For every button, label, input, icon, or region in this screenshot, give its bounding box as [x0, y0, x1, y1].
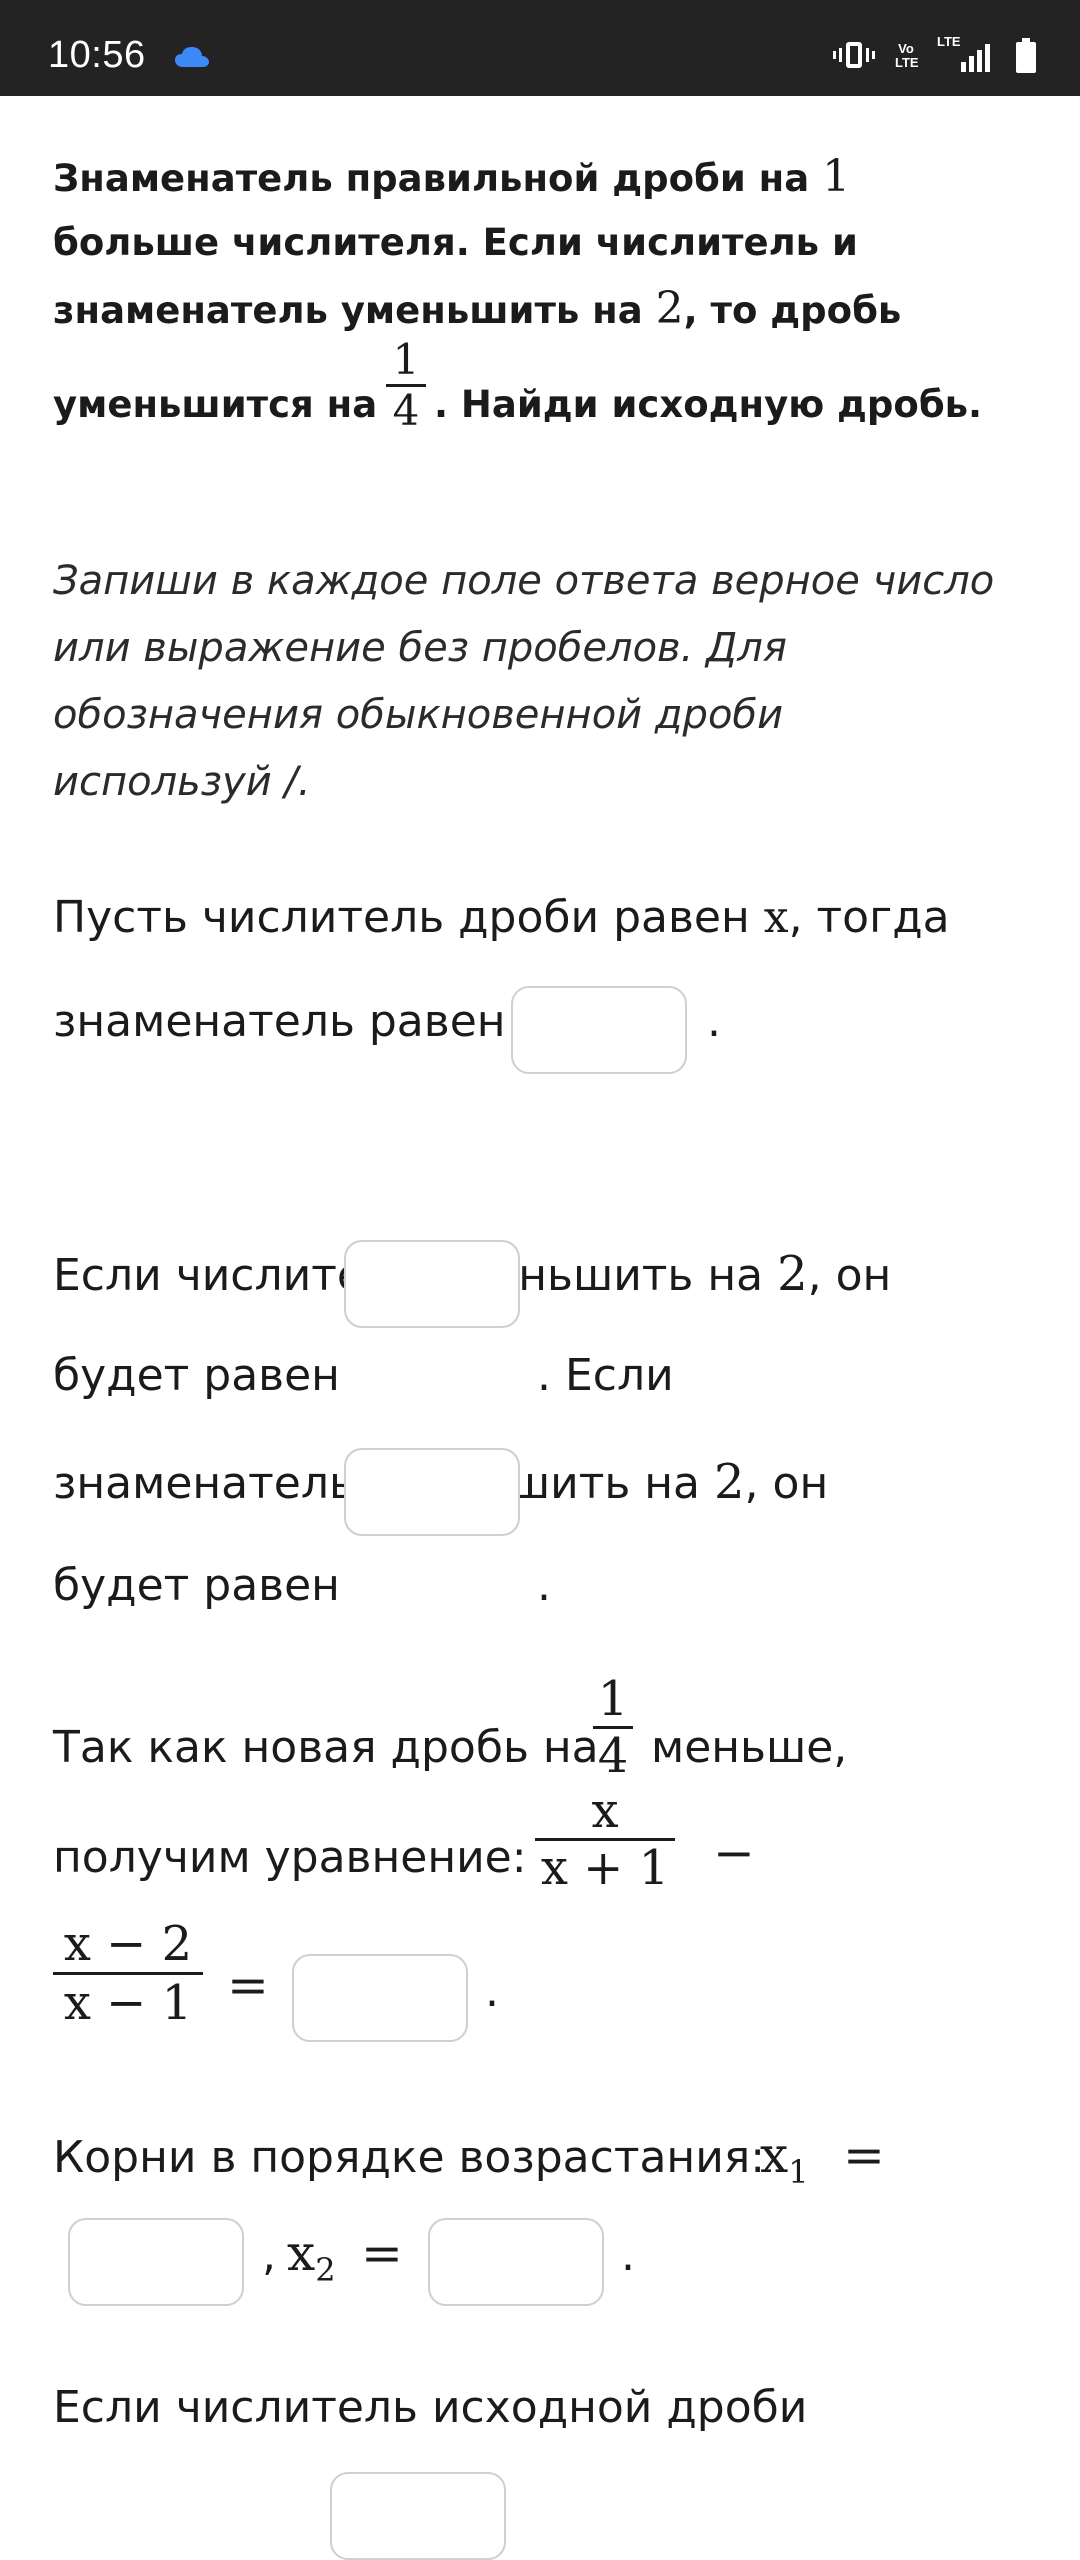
status-bar: 10:56 Vo LTE LTE [0, 0, 1080, 96]
question-line-1: Знаменатель правильной дроби на 1 [53, 151, 851, 202]
answer-field-new-denominator[interactable] [344, 1448, 520, 1536]
equation-equals: = [227, 1956, 269, 2014]
status-icons: Vo LTE LTE [833, 34, 1038, 78]
step-1-line-1: Пусть числитель дроби равен x, тогда [53, 892, 950, 943]
volte-icon: Vo LTE [895, 41, 919, 70]
answer-field-equation[interactable] [292, 1954, 468, 2042]
answer-field-root-2[interactable] [428, 2218, 604, 2306]
step-3-line-2: получим уравнение: [53, 1832, 527, 1883]
step-1-line-2: знаменатель равен [53, 996, 506, 1047]
step-1-dot: . [707, 996, 721, 1047]
status-time: 10:56 [48, 34, 146, 76]
root-x2-label: x2 [287, 2224, 336, 2289]
step-4-comma: , [262, 2230, 276, 2281]
step-4-line-1: Корни в порядке возрастания: [53, 2132, 766, 2183]
instructions-line-4: используй /. [53, 759, 311, 805]
instructions-line-3: обозначения обыкновенной дроби [53, 692, 784, 738]
equation-minus: − [713, 1824, 755, 1882]
step-2-line-2: будет равен [53, 1350, 340, 1401]
answer-field-step-5[interactable] [330, 2472, 506, 2560]
question-line-2: больше числителя. Если числитель и [53, 221, 858, 264]
equation-fraction-2: x − 2 x − 1 [53, 1916, 203, 2031]
question-line-4-tail: . Найди исходную дробь. [434, 383, 983, 426]
battery-icon [1015, 38, 1037, 78]
answer-field-new-numerator[interactable] [344, 1240, 520, 1328]
answer-field-root-1[interactable] [68, 2218, 244, 2306]
root-x1-label: x1 [760, 2126, 809, 2191]
step-2-dot: . [537, 1560, 551, 1611]
instructions-line-2: или выражение без пробелов. Для [53, 625, 787, 671]
step-2-line-4: будет равен [53, 1560, 340, 1611]
cloud-icon [174, 46, 210, 72]
step-3-line-1: Так как новая дробь на [53, 1722, 599, 1773]
answer-field-denominator[interactable] [511, 986, 687, 1074]
root-x1-equals: = [843, 2126, 885, 2184]
volte-label: Vo LTE [895, 41, 919, 70]
step-2-line-2-tail: . Если [537, 1350, 674, 1401]
step-3-line-1-tail: меньше, [651, 1722, 848, 1773]
question-fraction: 1 4 [386, 336, 426, 435]
equation-fraction-1: x x + 1 [535, 1784, 675, 1895]
vibrate-icon [833, 40, 875, 74]
step-4-dot: . [621, 2230, 635, 2281]
step-3-fraction-quarter: 1 4 [593, 1672, 633, 1783]
step-3-dot: . [485, 1966, 499, 2017]
instructions-line-1: Запиши в каждое поле ответа верное число [53, 558, 995, 604]
root-x2-equals: = [361, 2224, 403, 2282]
question-line-3: знаменатель уменьшить на 2, то дробь [53, 283, 902, 334]
